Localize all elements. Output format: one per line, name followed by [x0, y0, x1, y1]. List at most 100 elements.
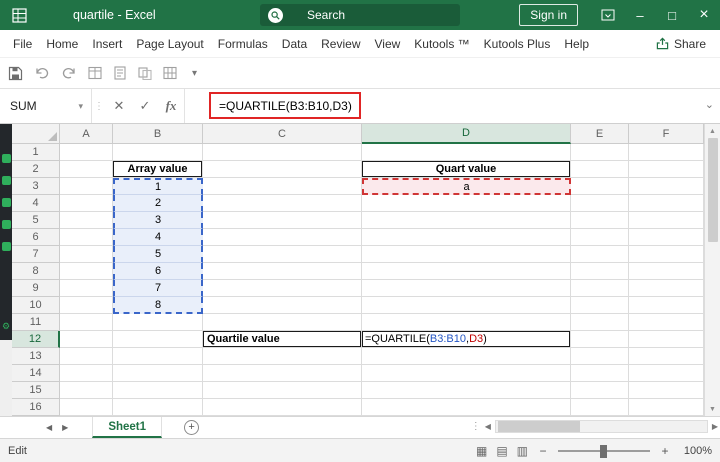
enter-button[interactable]: ✓ [132, 89, 158, 123]
cell-A5[interactable] [60, 212, 113, 229]
save-icon[interactable] [8, 66, 23, 81]
menu-tab-data[interactable]: Data [275, 30, 314, 57]
cell-B1[interactable] [113, 144, 203, 161]
share-button[interactable]: Share [656, 30, 720, 57]
cell-D5[interactable] [362, 212, 571, 229]
vertical-scrollbar-thumb[interactable] [708, 138, 718, 242]
cell-A9[interactable] [60, 280, 113, 297]
page-break-view-icon[interactable]: ▥ [517, 444, 528, 458]
page-layout-view-icon[interactable]: ▤ [496, 444, 507, 458]
column-header-A[interactable]: A [60, 124, 113, 144]
close-button[interactable]: × [688, 0, 720, 30]
cell-D15[interactable] [362, 382, 571, 399]
menu-tab-page-layout[interactable]: Page Layout [129, 30, 210, 57]
cell-E4[interactable] [571, 195, 629, 212]
row-header-13[interactable]: 13 [12, 348, 60, 365]
cell-F7[interactable] [629, 246, 704, 263]
kutools-pane-icon-2[interactable] [2, 176, 11, 185]
row-header-2[interactable]: 2 [12, 161, 60, 178]
menu-tab-kutools[interactable]: Kutools ™ [407, 30, 476, 57]
cell-A11[interactable] [60, 314, 113, 331]
cell-B9[interactable]: 7 [113, 280, 203, 297]
cell-B8[interactable]: 6 [113, 263, 203, 280]
cell-B5[interactable]: 3 [113, 212, 203, 229]
cell-B15[interactable] [113, 382, 203, 399]
row-header-3[interactable]: 3 [12, 178, 60, 195]
cell-C8[interactable] [203, 263, 362, 280]
menu-tab-kutools-plus[interactable]: Kutools Plus [477, 30, 558, 57]
cell-D14[interactable] [362, 365, 571, 382]
cell-D11[interactable] [362, 314, 571, 331]
menu-tab-help[interactable]: Help [557, 30, 596, 57]
cell-C16[interactable] [203, 399, 362, 416]
cell-A14[interactable] [60, 365, 113, 382]
column-header-E[interactable]: E [571, 124, 629, 144]
cell-D1[interactable] [362, 144, 571, 161]
tab-splitter-handle[interactable]: ⋮ [471, 421, 481, 432]
cell-F3[interactable] [629, 178, 704, 195]
cell-D6[interactable] [362, 229, 571, 246]
cell-B10[interactable]: 8 [113, 297, 203, 314]
select-all-corner[interactable] [12, 124, 60, 144]
insert-function-button[interactable]: fx [158, 89, 184, 123]
cell-A3[interactable] [60, 178, 113, 195]
cell-F16[interactable] [629, 399, 704, 416]
cell-C10[interactable] [203, 297, 362, 314]
cell-C12[interactable]: Quartile value [203, 331, 362, 348]
scroll-up-icon[interactable]: ▲ [705, 124, 720, 138]
minimize-button[interactable]: – [624, 0, 656, 30]
row-header-12[interactable]: 12 [12, 331, 60, 348]
cell-F14[interactable] [629, 365, 704, 382]
cancel-button[interactable]: ✕ [106, 89, 132, 123]
cell-A6[interactable] [60, 229, 113, 246]
cell-B3[interactable]: 1 [113, 178, 203, 195]
add-sheet-button[interactable]: + [184, 420, 199, 435]
cell-A8[interactable] [60, 263, 113, 280]
cell-A12[interactable] [60, 331, 113, 348]
column-header-D[interactable]: D [362, 124, 571, 144]
cell-E5[interactable] [571, 212, 629, 229]
next-sheet-icon[interactable]: ▶ [62, 423, 68, 432]
cell-E14[interactable] [571, 365, 629, 382]
cell-C7[interactable] [203, 246, 362, 263]
cell-B7[interactable]: 5 [113, 246, 203, 263]
cell-E10[interactable] [571, 297, 629, 314]
horizontal-scrollbar-thumb[interactable] [498, 421, 580, 432]
expand-formula-bar-icon[interactable]: ⌄ [705, 98, 714, 111]
cell-B12[interactable] [113, 331, 203, 348]
menu-tab-review[interactable]: Review [314, 30, 367, 57]
sheet-tab-sheet1[interactable]: Sheet1 [92, 417, 162, 438]
previous-sheet-icon[interactable]: ◀ [46, 423, 52, 432]
cell-D12[interactable]: =QUARTILE(B3:B10,D3) [362, 331, 571, 348]
cell-E1[interactable] [571, 144, 629, 161]
formula-bar-resize-handle[interactable]: ⋮ [92, 89, 106, 123]
cell-E16[interactable] [571, 399, 629, 416]
sign-in-button[interactable]: Sign in [519, 4, 578, 26]
cell-E13[interactable] [571, 348, 629, 365]
menu-tab-view[interactable]: View [368, 30, 408, 57]
cell-F2[interactable] [629, 161, 704, 178]
menu-tab-insert[interactable]: Insert [85, 30, 129, 57]
scroll-left-icon[interactable]: ◀ [485, 422, 491, 431]
row-header-8[interactable]: 8 [12, 263, 60, 280]
kutools-pane-icon-3[interactable] [2, 198, 11, 207]
normal-view-icon[interactable]: ▦ [476, 444, 487, 458]
cell-B2[interactable]: Array value [113, 161, 203, 178]
cell-C4[interactable] [203, 195, 362, 212]
search-box[interactable]: Search [260, 4, 460, 26]
zoom-out-button[interactable]: − [537, 444, 549, 458]
cell-A4[interactable] [60, 195, 113, 212]
cell-F6[interactable] [629, 229, 704, 246]
cell-A15[interactable] [60, 382, 113, 399]
cell-E2[interactable] [571, 161, 629, 178]
horizontal-scrollbar-track[interactable] [495, 420, 708, 433]
row-header-9[interactable]: 9 [12, 280, 60, 297]
cell-F11[interactable] [629, 314, 704, 331]
scroll-down-icon[interactable]: ▼ [705, 402, 720, 416]
redo-icon[interactable] [61, 66, 77, 80]
cell-F9[interactable] [629, 280, 704, 297]
cell-B6[interactable]: 4 [113, 229, 203, 246]
cell-E8[interactable] [571, 263, 629, 280]
cell-D9[interactable] [362, 280, 571, 297]
column-header-C[interactable]: C [203, 124, 362, 144]
